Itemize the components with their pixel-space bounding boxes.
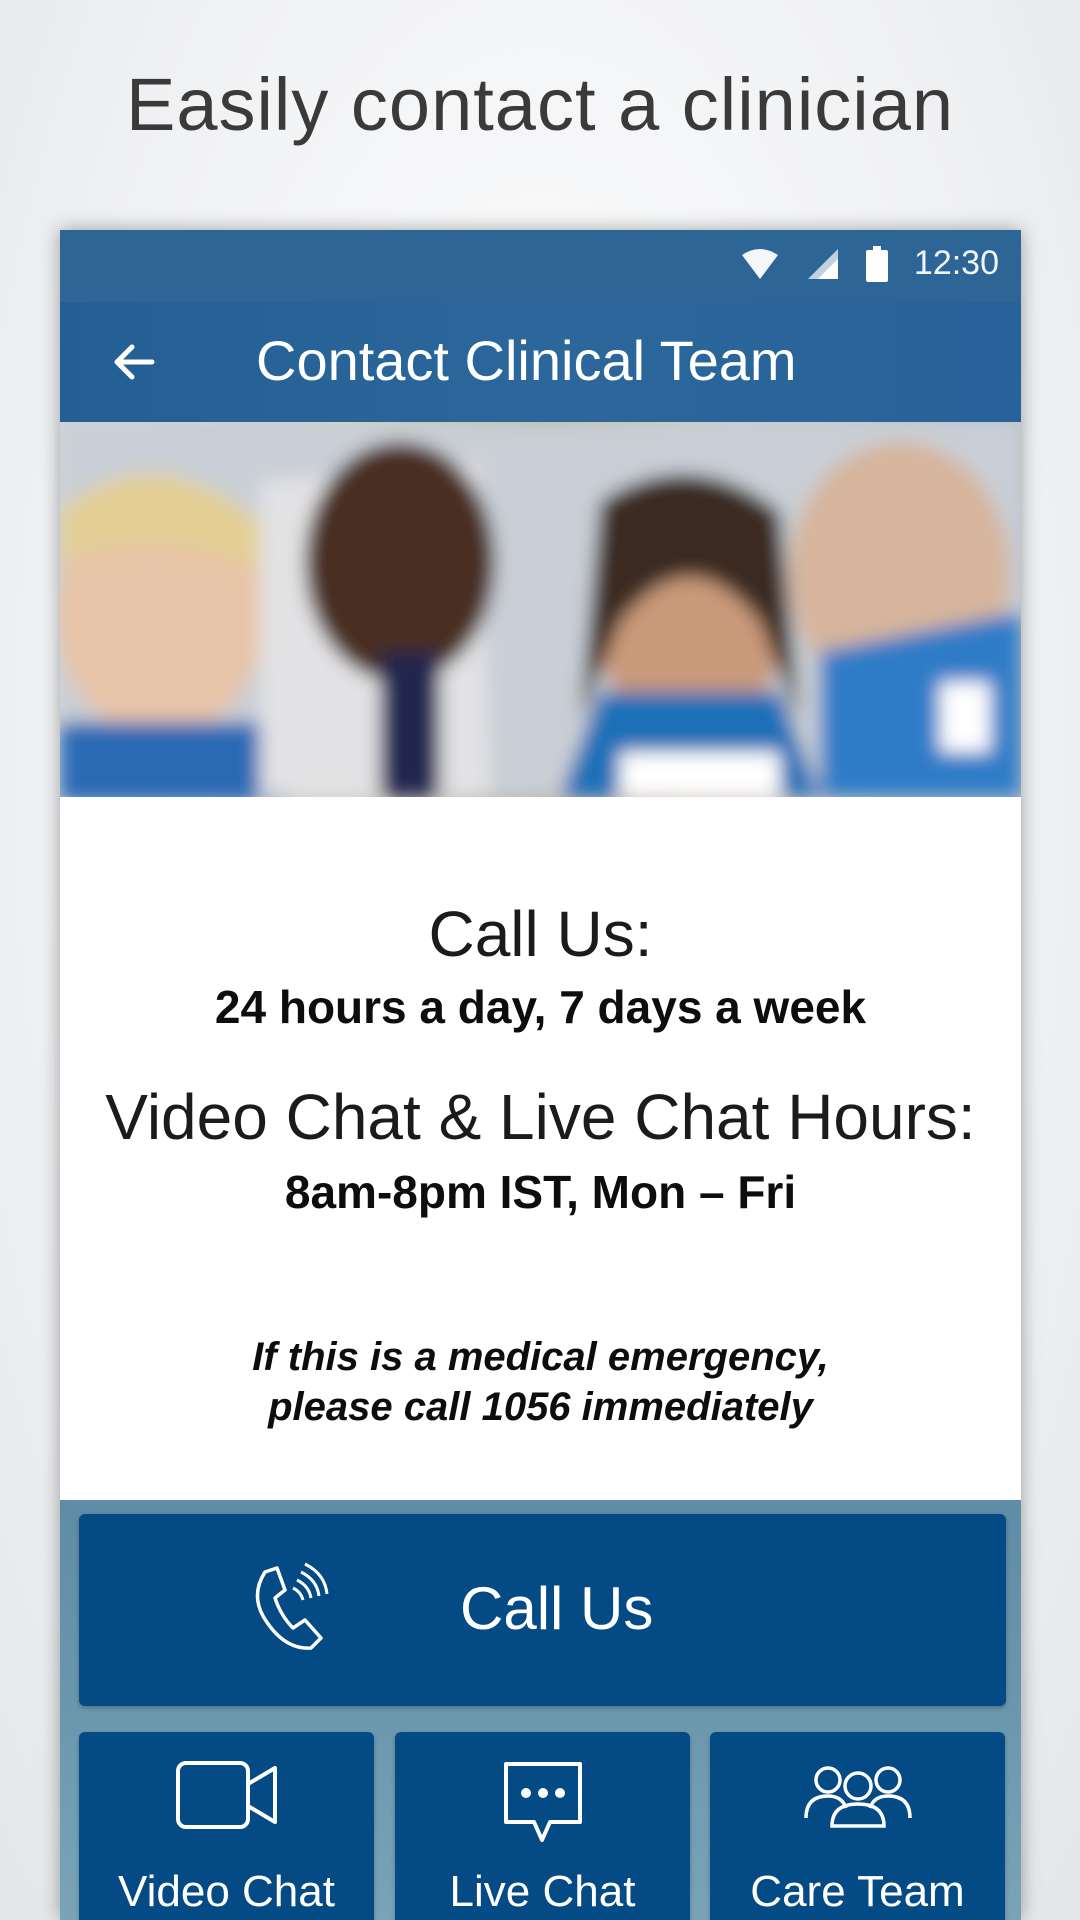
video-chat-button[interactable]: Video Chat xyxy=(79,1732,374,1920)
action-area: Call Us Video Chat Live Chat Care Team xyxy=(60,1500,1021,1920)
signal-icon xyxy=(807,248,838,279)
status-time: 12:30 xyxy=(913,244,999,282)
hero-image xyxy=(60,422,1021,797)
call-hours: 24 hours a day, 7 days a week xyxy=(214,981,867,1033)
call-us-button[interactable]: Call Us xyxy=(79,1514,1006,1706)
emergency-line-1: If this is a medical emergency, xyxy=(252,1335,829,1379)
call-us-label: Call Us xyxy=(460,1575,654,1642)
status-bar: 12:30 xyxy=(60,230,1021,302)
call-title: Call Us: xyxy=(428,898,653,970)
chat-bubble-icon xyxy=(503,1762,582,1842)
phone-screen: 12:30 Contact Clinical Team Call Us: 24 … xyxy=(60,230,1021,1920)
page-title: Contact Clinical Team xyxy=(256,329,797,392)
people-group-icon xyxy=(803,1766,912,1828)
emergency-notice: If this is a medical emergency, please c… xyxy=(60,1332,1021,1432)
app-bar: Contact Clinical Team xyxy=(60,302,1021,422)
emergency-line-2: please call 1056 immediately xyxy=(268,1385,813,1429)
live-chat-label: Live Chat xyxy=(449,1867,636,1916)
video-chat-label: Video Chat xyxy=(118,1867,335,1916)
arrow-left-icon[interactable] xyxy=(104,332,164,392)
care-team-button[interactable]: Care Team xyxy=(710,1732,1005,1920)
care-team-label: Care Team xyxy=(750,1867,965,1916)
video-camera-icon xyxy=(175,1761,277,1829)
headline: Easily contact a clinician xyxy=(125,63,955,146)
video-chat-hours: 8am-8pm IST, Mon – Fri xyxy=(284,1166,797,1218)
live-chat-button[interactable]: Live Chat xyxy=(395,1732,690,1920)
battery-icon xyxy=(865,245,888,282)
wifi-icon xyxy=(741,248,778,279)
phone-icon xyxy=(255,1562,329,1650)
video-chat-title: Video Chat & Live Chat Hours: xyxy=(105,1081,976,1153)
